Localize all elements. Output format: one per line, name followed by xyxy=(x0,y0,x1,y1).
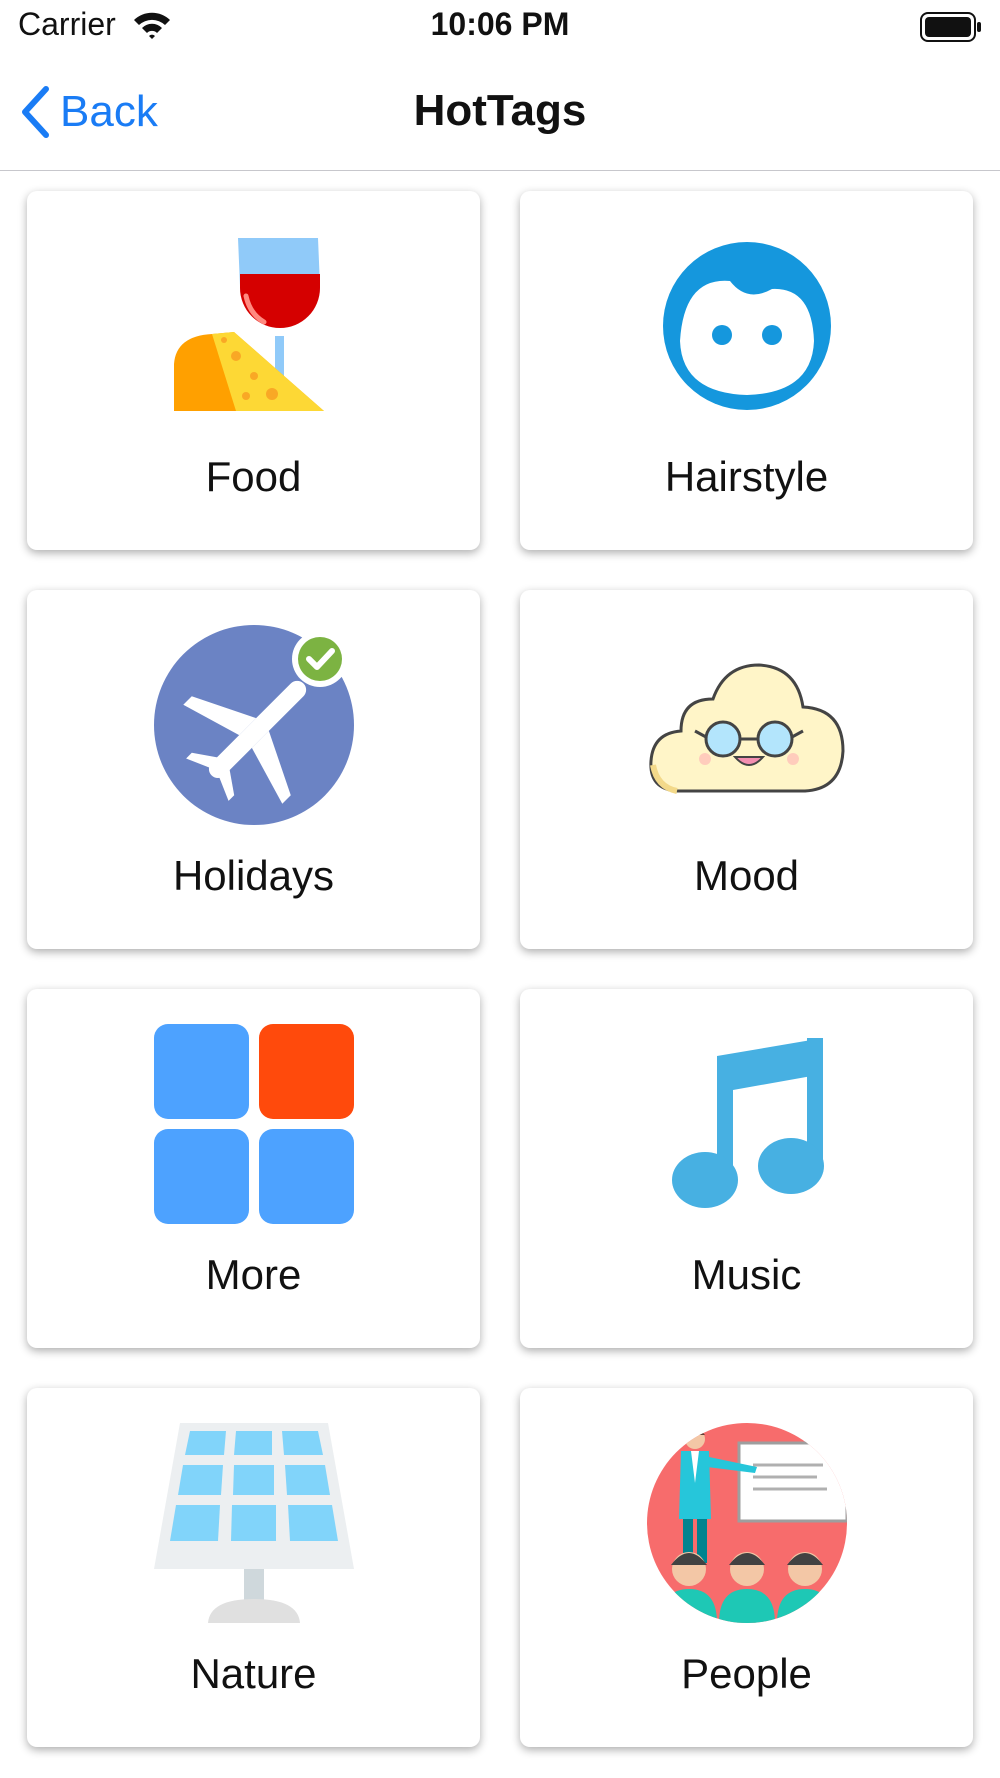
status-time: 10:06 PM xyxy=(430,6,570,42)
tag-card-hairstyle[interactable]: Hairstyle xyxy=(520,191,973,550)
tag-card-holidays[interactable]: Holidays xyxy=(27,590,480,949)
face-icon xyxy=(662,242,831,410)
tag-card-mood[interactable]: Mood xyxy=(520,590,973,949)
wine-cheese-icon xyxy=(173,238,324,411)
tag-card-people[interactable]: People xyxy=(520,1388,973,1747)
tag-label: Mood xyxy=(693,852,800,899)
status-bar: Carrier 10:06 PM xyxy=(0,0,1000,56)
tag-label: Food xyxy=(205,453,302,500)
navigation-bar: Back HotTags xyxy=(0,56,1000,171)
tag-card-music[interactable]: Music xyxy=(520,989,973,1348)
tag-label: Hairstyle xyxy=(664,453,829,500)
battery-icon xyxy=(920,12,982,47)
cloud-with-glasses-icon xyxy=(648,663,845,794)
tag-card-food[interactable]: Food xyxy=(27,191,480,550)
airplane-icon xyxy=(153,625,354,825)
page-title: HotTags xyxy=(413,86,587,135)
presentation-audience-icon xyxy=(646,1423,847,1623)
tag-grid: Food Hairstyle Holidays Mood More Music … xyxy=(27,191,973,1747)
tag-card-more[interactable]: More xyxy=(27,989,480,1348)
tag-label: Music xyxy=(691,1251,802,1298)
grid-squares-icon xyxy=(153,1024,354,1224)
tag-label: More xyxy=(205,1251,302,1298)
tag-label: People xyxy=(681,1650,812,1697)
music-note-icon xyxy=(671,1038,824,1208)
tag-label: Nature xyxy=(190,1650,317,1697)
tag-label: Holidays xyxy=(172,852,335,899)
tag-card-nature[interactable]: Nature xyxy=(27,1388,480,1747)
solar-panel-icon xyxy=(153,1423,354,1623)
